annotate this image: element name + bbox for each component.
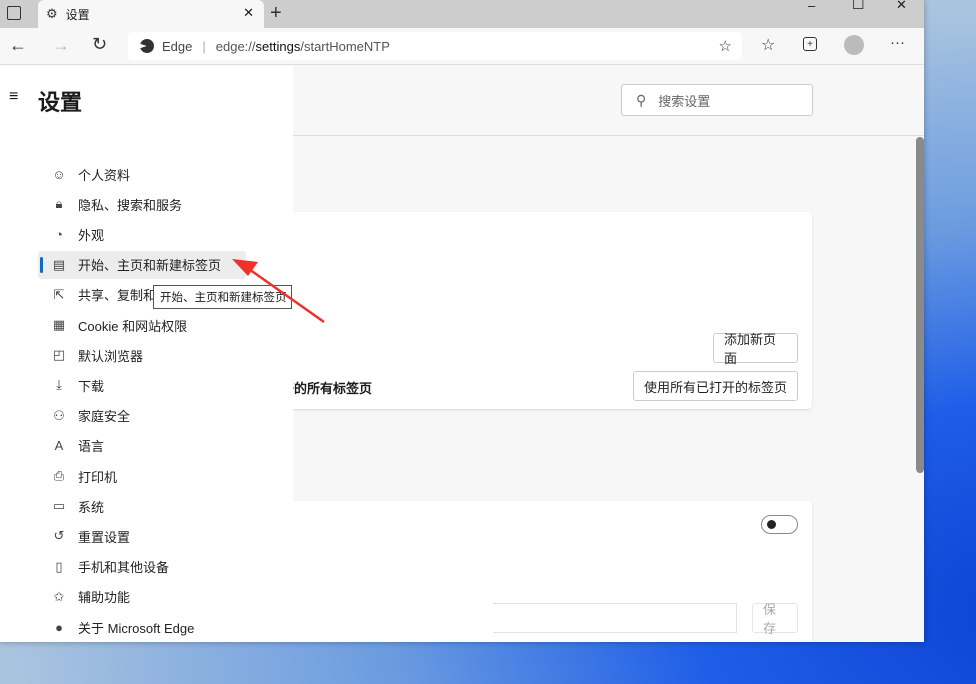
phone-icon: ▯ [55,558,63,574]
favorites-icon[interactable]: ☆ [761,35,775,55]
sidebar-item-label: Cookie 和网站权限 [78,318,188,334]
sidebar-item[interactable]: ◔ 外观 [38,220,246,248]
toggle-knob [767,520,776,529]
page-title: 设置 [38,90,83,115]
edge-logo-icon [140,39,154,53]
forward-icon[interactable]: → [52,35,70,56]
sidebar-item[interactable]: ▦ Cookie 和网站权限 [38,311,246,339]
startup-card: 打开的所有标签页 添加新页面 使用所有已打开的标签页 [250,212,812,409]
avatar[interactable] [844,35,864,55]
accessibility-icon: ✩ [53,588,65,604]
url-prefix: edge:// [215,38,256,54]
sidebar-item-label: 关于 Microsoft Edge [78,620,195,636]
sidebar-item-label: 下载 [78,378,105,394]
cookie-icon: ▦ [52,317,66,332]
sidebar-item[interactable]: ☺ 个人资料 [38,160,246,188]
sidebar-item[interactable]: ⤓ 下载 [38,371,246,399]
profile-icon: ☺ [52,166,66,182]
collections-icon[interactable]: + [803,37,817,51]
browser-icon: ◰ [52,347,66,363]
sidebar-item[interactable]: ⚇ 家庭安全 [38,402,246,430]
sidebar-item[interactable]: ⎙ 打印机 [38,462,246,490]
address-divider: | [202,38,206,54]
sidebar-item-label: 外观 [78,227,105,243]
back-icon[interactable]: ← [9,35,27,56]
address-brand: Edge [162,38,193,54]
scrollbar[interactable] [916,137,924,473]
sidebar-item-label: 重置设置 [78,529,131,545]
sidebar-item[interactable]: ▤ 开始、主页和新建标签页 [38,250,246,279]
refresh-icon[interactable]: ↻ [92,34,107,55]
home-button-toggle[interactable] [761,515,798,534]
new-tab-icon[interactable]: + [270,2,282,25]
lock-icon: 🔒︎ [55,196,63,212]
tab-actions-icon[interactable] [7,6,21,20]
add-new-page-button[interactable]: 添加新页面 [713,332,798,366]
home-button-card: 保存 [250,501,812,642]
url-path: /startHomeNTP [300,38,390,54]
maximize-button[interactable]: ☐ [852,0,865,13]
sidebar-item[interactable]: 🔒︎ 隐私、搜索和服务 [38,190,246,218]
sidebar-item-label: 隐私、搜索和服务 [78,197,183,213]
language-icon: A [54,438,64,454]
main-header [293,66,924,136]
reset-icon: ↺ [53,528,65,544]
add-favorite-icon[interactable]: ☆ [719,37,732,55]
sidebar-item-label: 打印机 [78,469,118,485]
sidebar-item-label: 开始、主页和新建标签页 [78,258,222,274]
sidebar-item-label: 默认浏览器 [78,348,144,364]
home-tab-icon: ▤ [52,256,66,272]
address-bar[interactable]: Edge | edge://settings/startHomeNTP ☆ [128,32,742,60]
sidebar-item[interactable]: ↺ 重置设置 [38,522,246,550]
share-icon: ⇱ [53,286,65,302]
sidebar-item-label: 手机和其他设备 [78,560,170,576]
palette-icon: ◔ [55,226,63,242]
search-placeholder: 搜索设置 [658,93,711,109]
edge-icon: ● [55,619,63,635]
sidebar-item[interactable]: ▯ 手机和其他设备 [38,553,246,581]
sidebar-item[interactable]: ● 关于 Microsoft Edge [38,613,246,641]
minimize-button[interactable]: – [808,0,815,13]
sidebar-item-label: 辅助功能 [78,590,131,606]
browser-window: ⚙ 设置 ✕ + – ☐ ✕ ← → ↻ Edge | edge://setti… [0,0,924,642]
menu-icon[interactable]: ≡ [9,88,18,106]
url-host: settings [255,38,301,54]
tab-title: 设置 [65,7,90,22]
close-tab-icon[interactable]: ✕ [243,5,254,21]
home-url-input[interactable] [493,603,737,633]
laptop-icon: ▭ [52,498,66,514]
search-input[interactable]: ⚲ 搜索设置 [621,84,813,116]
search-icon: ⚲ [636,91,647,108]
gear-icon: ⚙ [46,6,58,21]
save-button[interactable]: 保存 [752,602,798,636]
sidebar-item[interactable]: ◰ 默认浏览器 [38,341,246,369]
sidebar: ≡ 设置 ☺ 个人资料 🔒︎ 隐私、搜索和服务 ◔ 外观 ▤ 开始、主页和新建标签页 ⇱ 共享、复… [0,66,293,642]
close-window-button[interactable]: ✕ [896,0,907,13]
tooltip: 开始、主页和新建标签页 [153,285,292,309]
download-icon: ⤓ [56,377,62,393]
sidebar-item-label: 系统 [78,499,105,515]
more-icon[interactable]: ··· [890,34,905,51]
printer-icon: ⎙ [53,468,65,483]
sidebar-item-label: 个人资料 [78,167,131,183]
toolbar: ← → ↻ Edge | edge://settings/startHomeNT… [0,28,924,65]
use-open-tabs-button[interactable]: 使用所有已打开的标签页 [633,371,798,401]
sidebar-item[interactable]: ✩ 辅助功能 [38,583,246,611]
sidebar-item[interactable]: ▭ 系统 [38,492,246,520]
sidebar-item-label: 语言 [78,439,105,455]
family-icon: ⚇ [53,407,65,423]
sidebar-item[interactable]: A 语言 [38,432,246,460]
tab-settings[interactable]: ⚙ 设置 ✕ [38,0,264,28]
tab-bar: ⚙ 设置 ✕ + – ☐ ✕ [0,0,924,28]
sidebar-item-label: 家庭安全 [78,409,131,425]
